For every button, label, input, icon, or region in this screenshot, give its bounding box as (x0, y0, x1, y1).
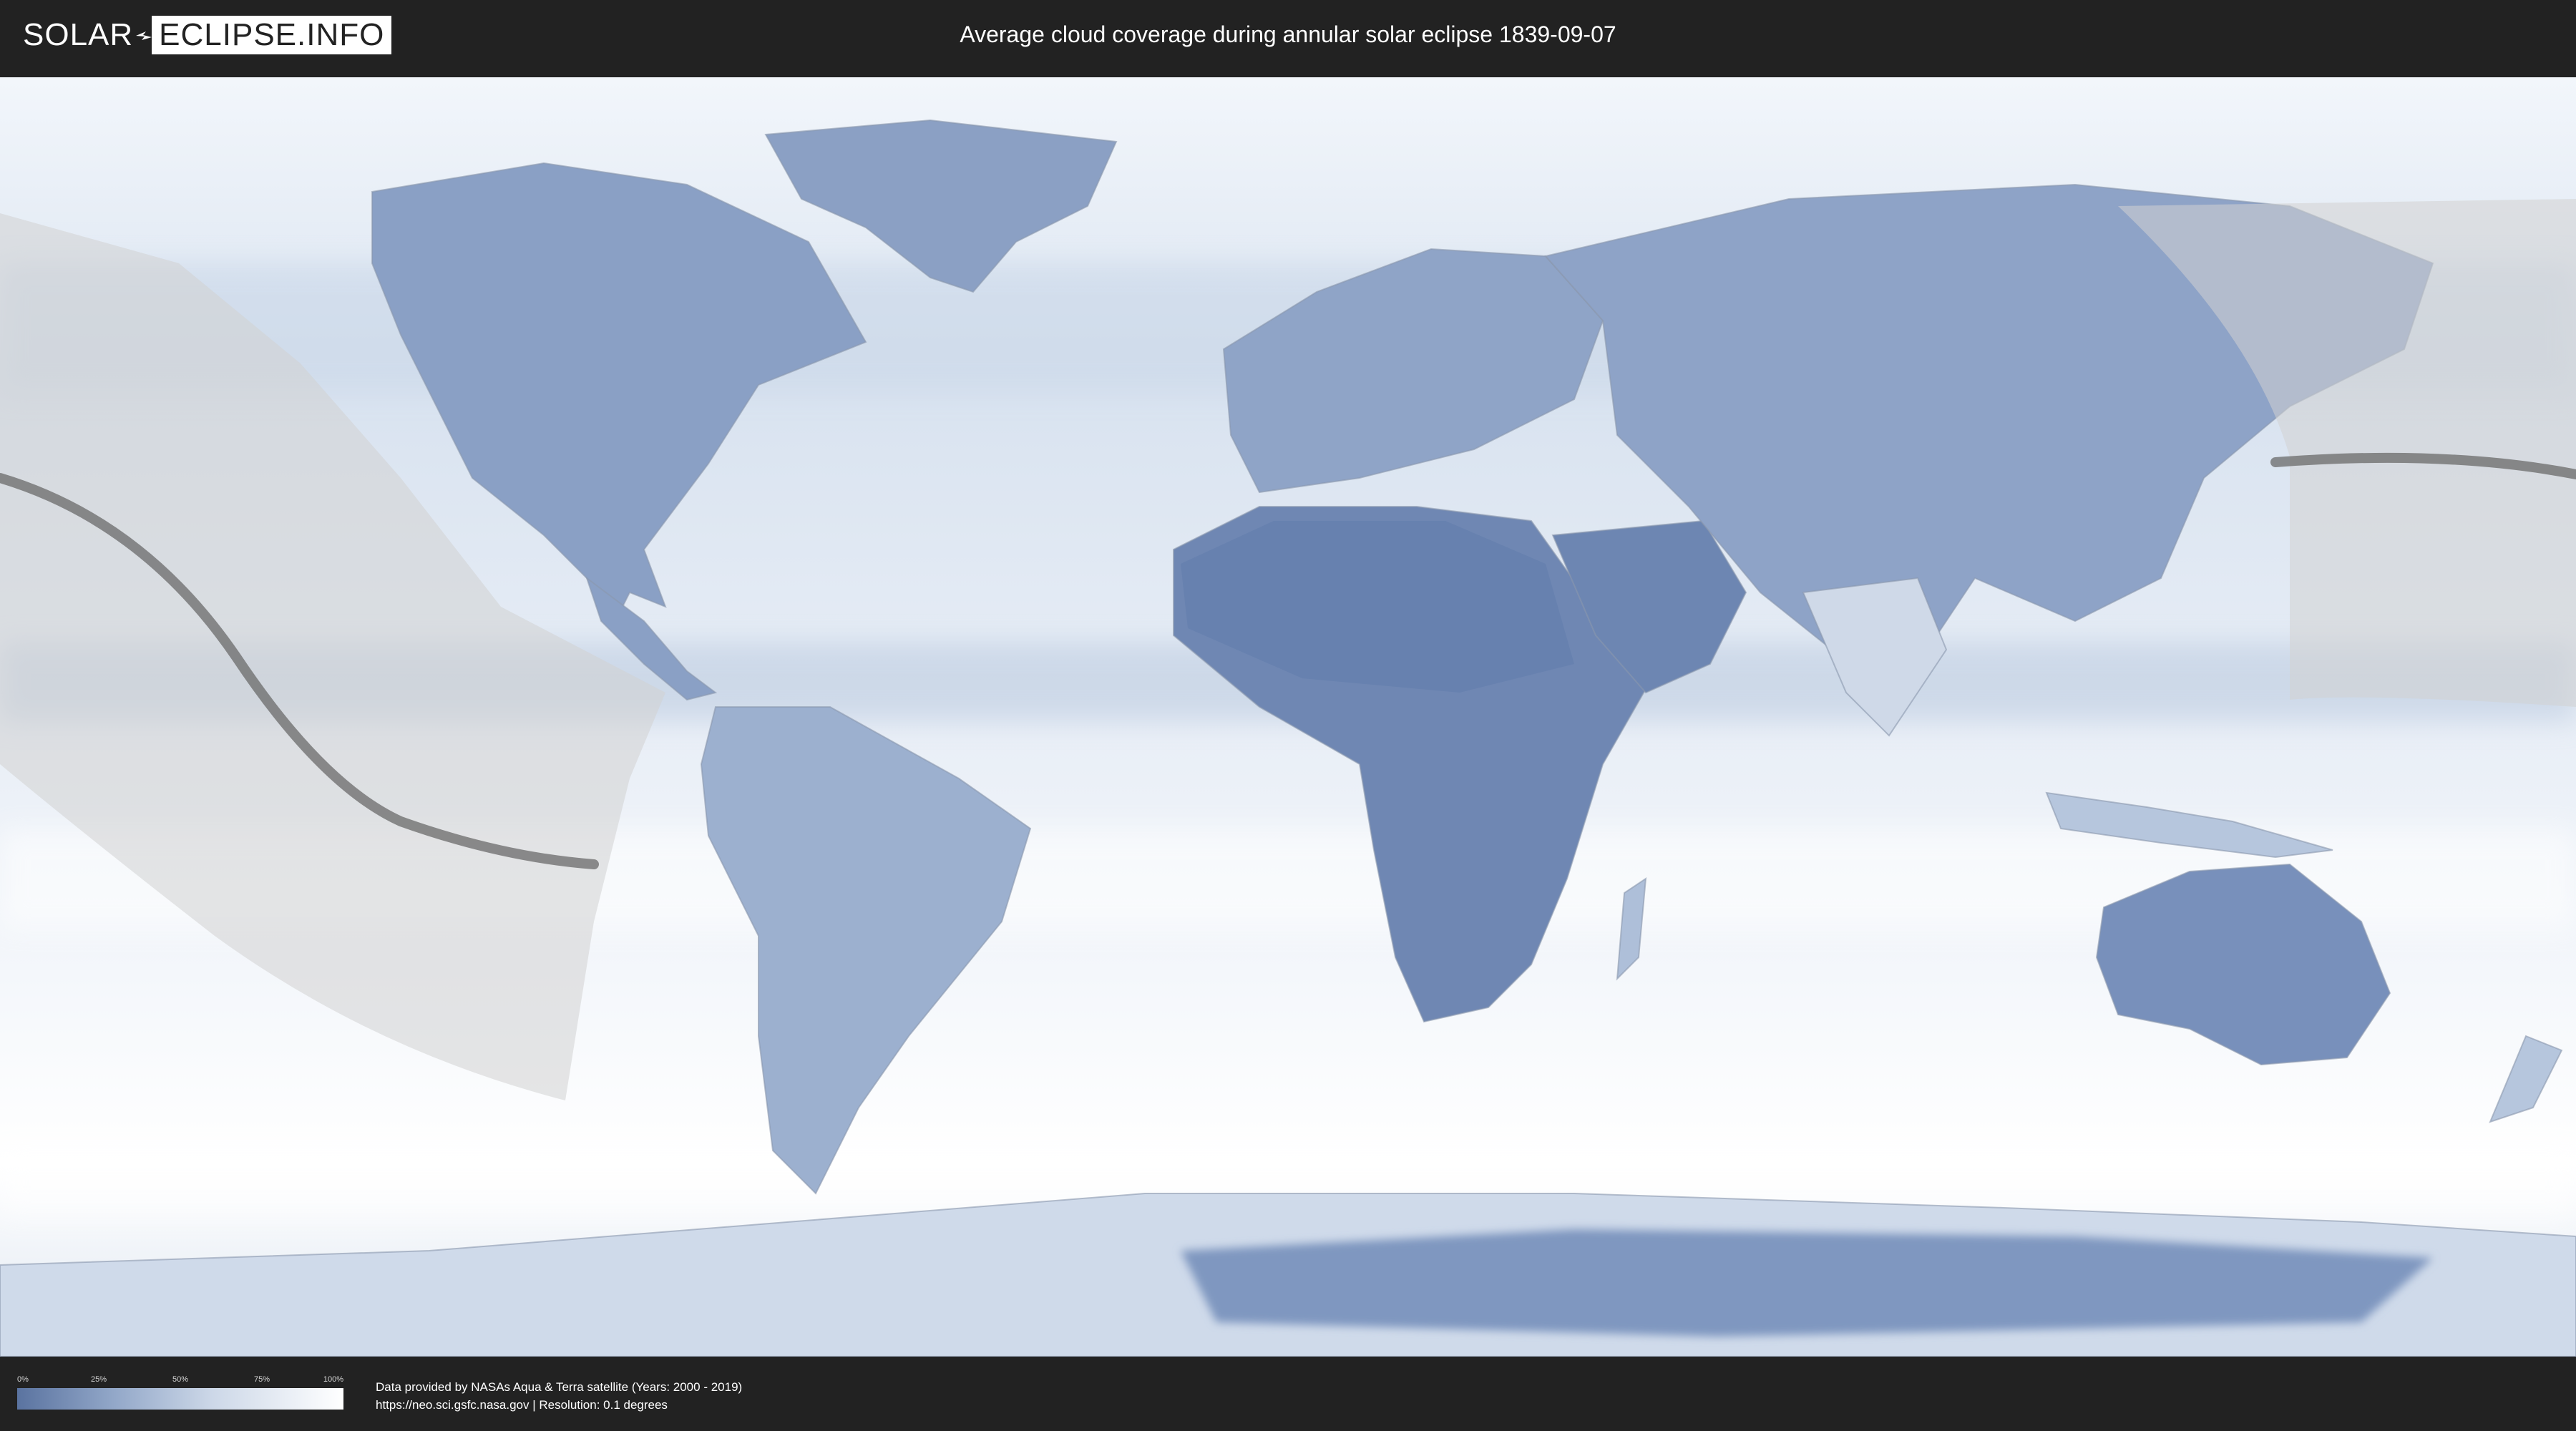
footer-bar: 0% 25% 50% 75% 100% Data provided by NAS… (0, 1359, 2576, 1431)
credits-line-source: Data provided by NASAs Aqua & Terra sate… (376, 1380, 743, 1394)
cloud-coverage-map (0, 77, 2576, 1357)
legend-tick-75: 75% (253, 1375, 270, 1384)
legend-color-bar (17, 1388, 343, 1410)
legend-ticks: 0% 25% 50% 75% 100% (17, 1375, 343, 1387)
credits-line-url: https://neo.sci.gsfc.nasa.gov | Resoluti… (376, 1398, 668, 1412)
header-bar: SOLAR ECLIPSE.INFO Average cloud coverag… (0, 0, 2576, 72)
legend-tick-50: 50% (172, 1375, 189, 1384)
page-title: Average cloud coverage during annular so… (960, 21, 1616, 47)
cloud-coverage-legend: 0% 25% 50% 75% 100% (17, 1375, 343, 1415)
legend-tick-100: 100% (323, 1375, 343, 1384)
legend-tick-0: 0% (17, 1375, 29, 1384)
data-credits: Data provided by NASAs Aqua & Terra sate… (376, 1378, 742, 1414)
legend-tick-25: 25% (90, 1375, 107, 1384)
